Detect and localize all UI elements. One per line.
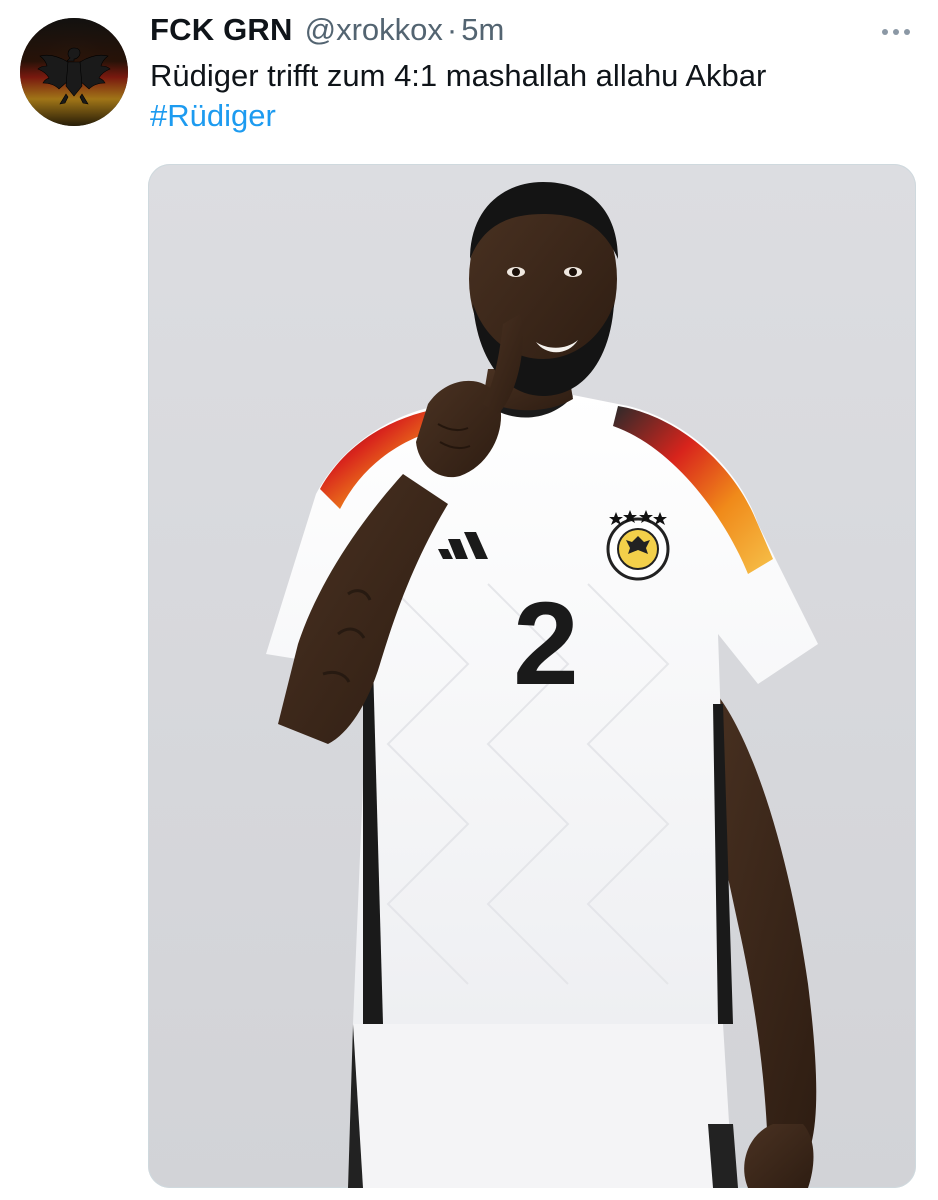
timestamp[interactable]: 5m — [461, 12, 504, 48]
tweet: FCK GRN @xrokkox · 5m Rüdiger trifft zum… — [0, 0, 938, 1200]
more-dot — [893, 29, 899, 35]
hashtag-link[interactable]: #Rüdiger — [150, 96, 910, 136]
more-dot — [882, 29, 888, 35]
more-options-button[interactable] — [876, 12, 916, 52]
photo-illustration: 2 — [266, 182, 818, 1188]
more-dot — [904, 29, 910, 35]
avatar[interactable] — [20, 18, 128, 126]
user-handle[interactable]: @xrokkox — [305, 12, 443, 48]
eagle-emblem-icon — [20, 18, 128, 126]
tweet-text: Rüdiger trifft zum 4:1 mashallah allahu … — [150, 56, 910, 136]
tweet-body: Rüdiger trifft zum 4:1 mashallah allahu … — [150, 58, 767, 93]
tweet-media-image[interactable]: 2 — [148, 164, 916, 1188]
jersey-number: 2 — [513, 578, 579, 710]
display-name[interactable]: FCK GRN — [150, 12, 293, 48]
tweet-header: FCK GRN @xrokkox · 5m — [150, 8, 504, 52]
separator-dot: · — [446, 12, 458, 47]
